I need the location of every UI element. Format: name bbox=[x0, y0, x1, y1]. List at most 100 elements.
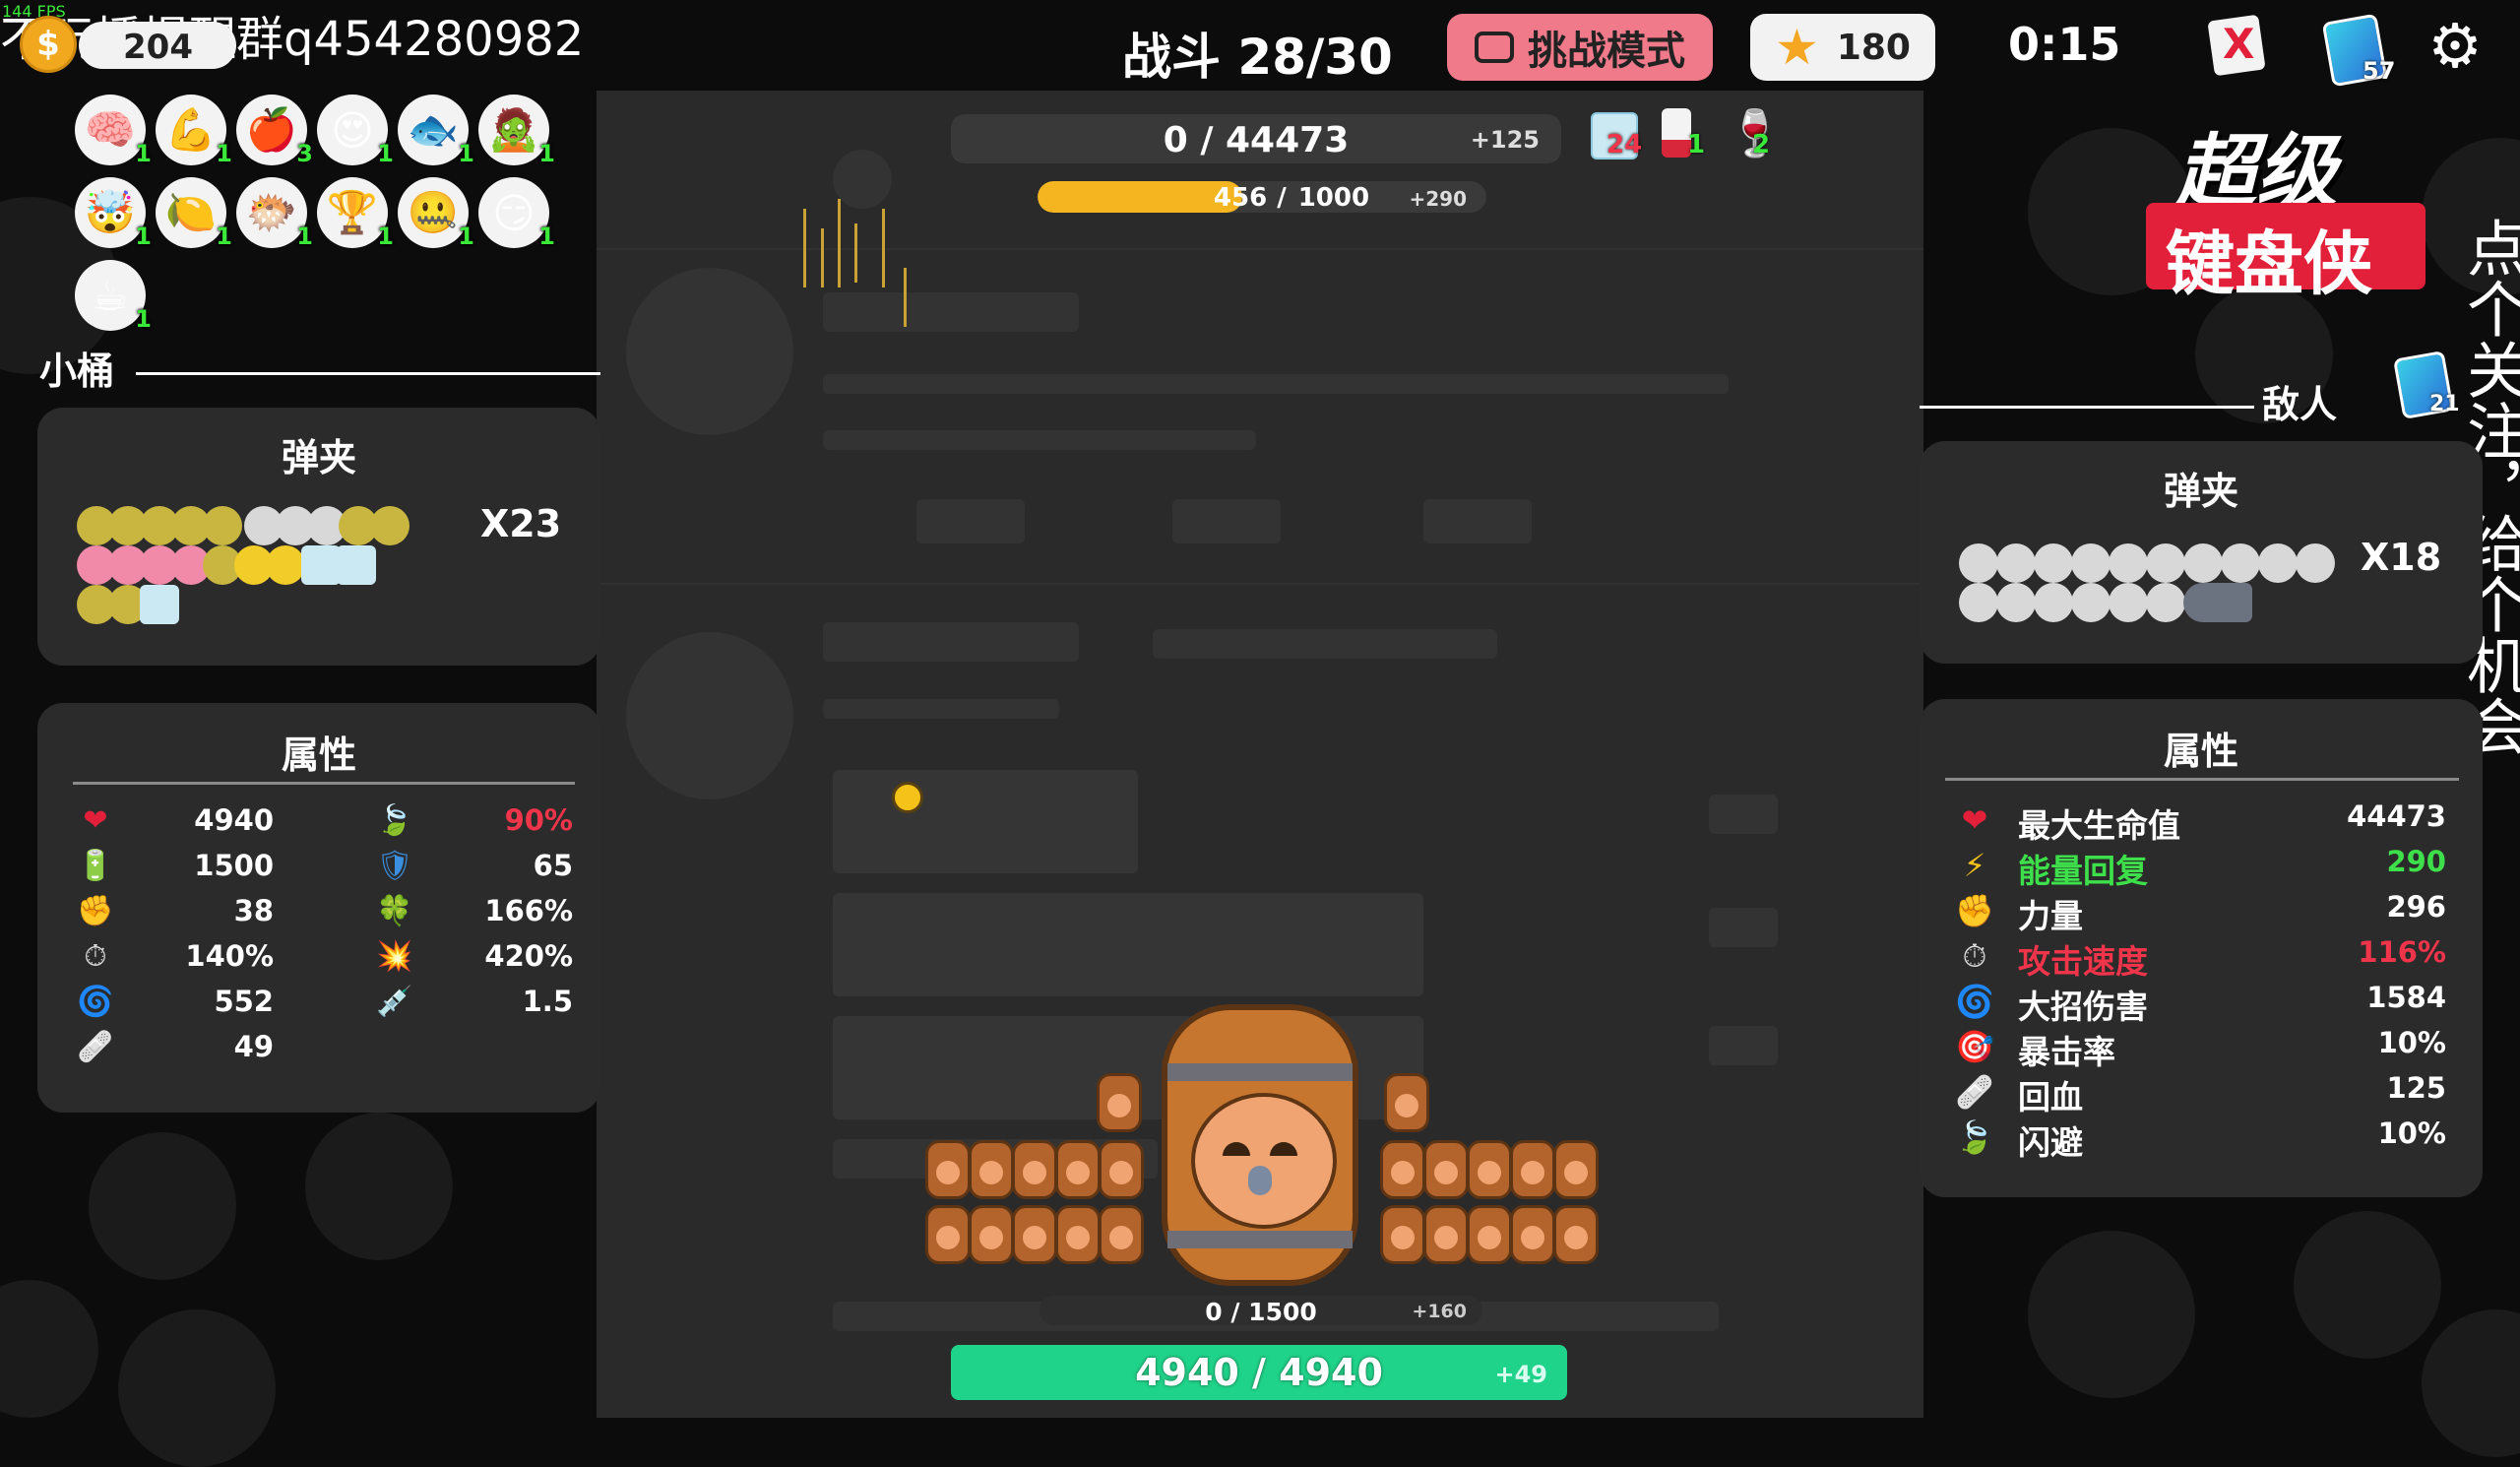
enemy-stat-value: 10% bbox=[2377, 1026, 2446, 1059]
stat-value: 38 bbox=[233, 894, 274, 927]
minion-barrel bbox=[1012, 1205, 1057, 1264]
player-attributes-title: 属性 bbox=[281, 734, 356, 777]
minion-barrel bbox=[969, 1140, 1014, 1199]
enemy-energy-current: 456 bbox=[1213, 183, 1268, 213]
clover-icon: 🍀 bbox=[376, 893, 413, 928]
player-hp-regen: +49 bbox=[1494, 1361, 1547, 1388]
item-count: 1 bbox=[458, 223, 474, 250]
minion-barrel bbox=[1467, 1140, 1512, 1199]
stat-value: 4940 bbox=[194, 803, 274, 837]
apple-item-icon[interactable]: 🍎 3 bbox=[236, 95, 313, 167]
enemy-attributes-title: 属性 bbox=[2163, 730, 2238, 773]
item-count: 1 bbox=[538, 140, 555, 167]
lightning-icon: ⚡ bbox=[1963, 847, 1986, 884]
cards-icon[interactable]: 57 bbox=[2321, 10, 2402, 88]
coin-counter: $ 204 bbox=[20, 16, 236, 73]
brain-item-icon[interactable]: 🧠 1 bbox=[75, 95, 152, 167]
enemy-stat-label: 攻击速度 bbox=[2018, 942, 2148, 981]
enemy-stat-row: ✊ 力量 296 bbox=[1954, 890, 2446, 935]
heart-icon: ❤ bbox=[83, 802, 108, 838]
enemy-stat-label: 力量 bbox=[2018, 897, 2083, 935]
projectile bbox=[892, 782, 923, 813]
battery-icon: 🔋 bbox=[77, 848, 114, 883]
coin-icon: $ bbox=[20, 16, 77, 73]
stat-value: 1.5 bbox=[522, 985, 573, 1018]
stat-value: 420% bbox=[484, 939, 573, 973]
enemy-stat-label: 最大生命值 bbox=[2018, 806, 2180, 845]
muscle-arm-item-icon[interactable]: 💪 1 bbox=[156, 95, 232, 167]
player-hp-bar: 4940 / 4940 +49 bbox=[951, 1345, 1567, 1400]
star-count: 180 bbox=[1836, 27, 1911, 68]
minion-barrel bbox=[1055, 1140, 1101, 1199]
minion-barrel bbox=[1099, 1140, 1144, 1199]
blowfish-item-icon[interactable]: 🐡 1 bbox=[236, 177, 313, 250]
trophy-item-icon[interactable]: 🏆 1 bbox=[317, 177, 394, 250]
bandage-icon: 🩹 bbox=[1955, 1073, 1994, 1111]
minion-barrel bbox=[1055, 1205, 1101, 1264]
heart-eyes-item-icon[interactable]: 😍 1 bbox=[317, 95, 394, 167]
close-card-icon[interactable]: X bbox=[2205, 14, 2268, 77]
leaf-icon: 🍃 bbox=[1955, 1118, 1994, 1156]
enemy-magazine-panel: 弹夹 X18 bbox=[1920, 441, 2483, 664]
fish-item-icon[interactable]: 🐟 1 bbox=[398, 95, 474, 167]
enemy-magazine-title: 弹夹 bbox=[2163, 470, 2238, 513]
coin-count: 204 bbox=[123, 28, 193, 67]
minion-barrel bbox=[1510, 1205, 1555, 1264]
cards-count-badge: 57 bbox=[2362, 57, 2396, 85]
player-magazine-panel: 弹夹 X23 bbox=[37, 408, 600, 666]
enemy-energy-bar: 456/1000 +290 bbox=[1038, 181, 1486, 213]
item-count: 3 bbox=[296, 140, 313, 167]
settings-gear-icon[interactable]: ⚙ bbox=[2424, 10, 2487, 82]
stat-value: 49 bbox=[233, 1030, 274, 1063]
star-counter: ★ 180 bbox=[1750, 14, 1935, 81]
shield-icon: 🛡 bbox=[375, 848, 414, 883]
item-count: 1 bbox=[135, 305, 152, 333]
fist-icon: ✊ bbox=[1955, 892, 1994, 929]
heart-icon: ❤ bbox=[1961, 801, 1988, 839]
enemy-stat-row: ⚡ 能量回复 290 bbox=[1954, 845, 2446, 890]
enemy-stat-label: 暴击率 bbox=[2018, 1033, 2115, 1071]
stat-value: 166% bbox=[484, 894, 573, 927]
stat-value: 140% bbox=[185, 939, 274, 973]
coffee-item-icon[interactable]: ☕ 1 bbox=[75, 260, 152, 333]
lemon-icon: 🍋 bbox=[164, 188, 218, 236]
item-count: 1 bbox=[377, 223, 394, 250]
stopwatch-icon: ⏱ bbox=[84, 938, 107, 974]
exploding-head-item-icon[interactable]: 🤯 1 bbox=[75, 177, 152, 250]
challenge-mode-label: 挑战模式 bbox=[1528, 29, 1685, 74]
enemy-stat-row: 🎯 暴击率 10% bbox=[1954, 1026, 2446, 1071]
minion-barrel bbox=[1423, 1140, 1469, 1199]
zipper-face-item-icon[interactable]: 🤐 1 bbox=[398, 177, 474, 250]
smirk-face-item-icon[interactable]: 😏 1 bbox=[478, 177, 555, 250]
battle-progress: 战斗 28/30 bbox=[1122, 29, 1393, 86]
minion-barrel bbox=[1380, 1140, 1425, 1199]
enemy-hp-regen: +125 bbox=[1470, 126, 1540, 154]
heart-eyes-icon: 😍 bbox=[331, 105, 374, 155]
minion-barrel bbox=[969, 1205, 1014, 1264]
trophy-icon: 🏆 bbox=[326, 188, 379, 236]
zombie-icon: 🧟 bbox=[487, 105, 540, 154]
apple-icon: 🍎 bbox=[245, 105, 298, 154]
leaf-icon: 🍃 bbox=[376, 802, 413, 838]
enemy-name-divider bbox=[1920, 406, 2254, 409]
zipper-face-icon: 🤐 bbox=[407, 188, 460, 236]
minion-barrel bbox=[1467, 1205, 1512, 1264]
stat-value: 1500 bbox=[194, 849, 274, 882]
wine-glass-count: 2 bbox=[1752, 130, 1771, 159]
zombie-item-icon[interactable]: 🧟 1 bbox=[478, 95, 555, 167]
item-count: 1 bbox=[458, 140, 474, 167]
lemon-item-icon[interactable]: 🍋 1 bbox=[156, 177, 232, 250]
spiral-icon: 🌀 bbox=[77, 984, 114, 1019]
item-count: 1 bbox=[538, 223, 555, 250]
game-logo-line2: 键盘侠 bbox=[2166, 223, 2372, 304]
challenge-mode-button[interactable]: 挑战模式 bbox=[1447, 14, 1713, 81]
stat-value: 65 bbox=[533, 849, 573, 882]
minion-barrel bbox=[1097, 1073, 1142, 1132]
smirk-face-icon: 😏 bbox=[492, 188, 536, 237]
minion-barrel bbox=[1553, 1140, 1599, 1199]
minion-barrel bbox=[1012, 1140, 1057, 1199]
minion-barrel bbox=[1510, 1140, 1555, 1199]
player-name: 小桶 bbox=[39, 350, 115, 393]
player-name-divider bbox=[136, 372, 600, 375]
fish-icon: 🐟 bbox=[407, 105, 460, 154]
